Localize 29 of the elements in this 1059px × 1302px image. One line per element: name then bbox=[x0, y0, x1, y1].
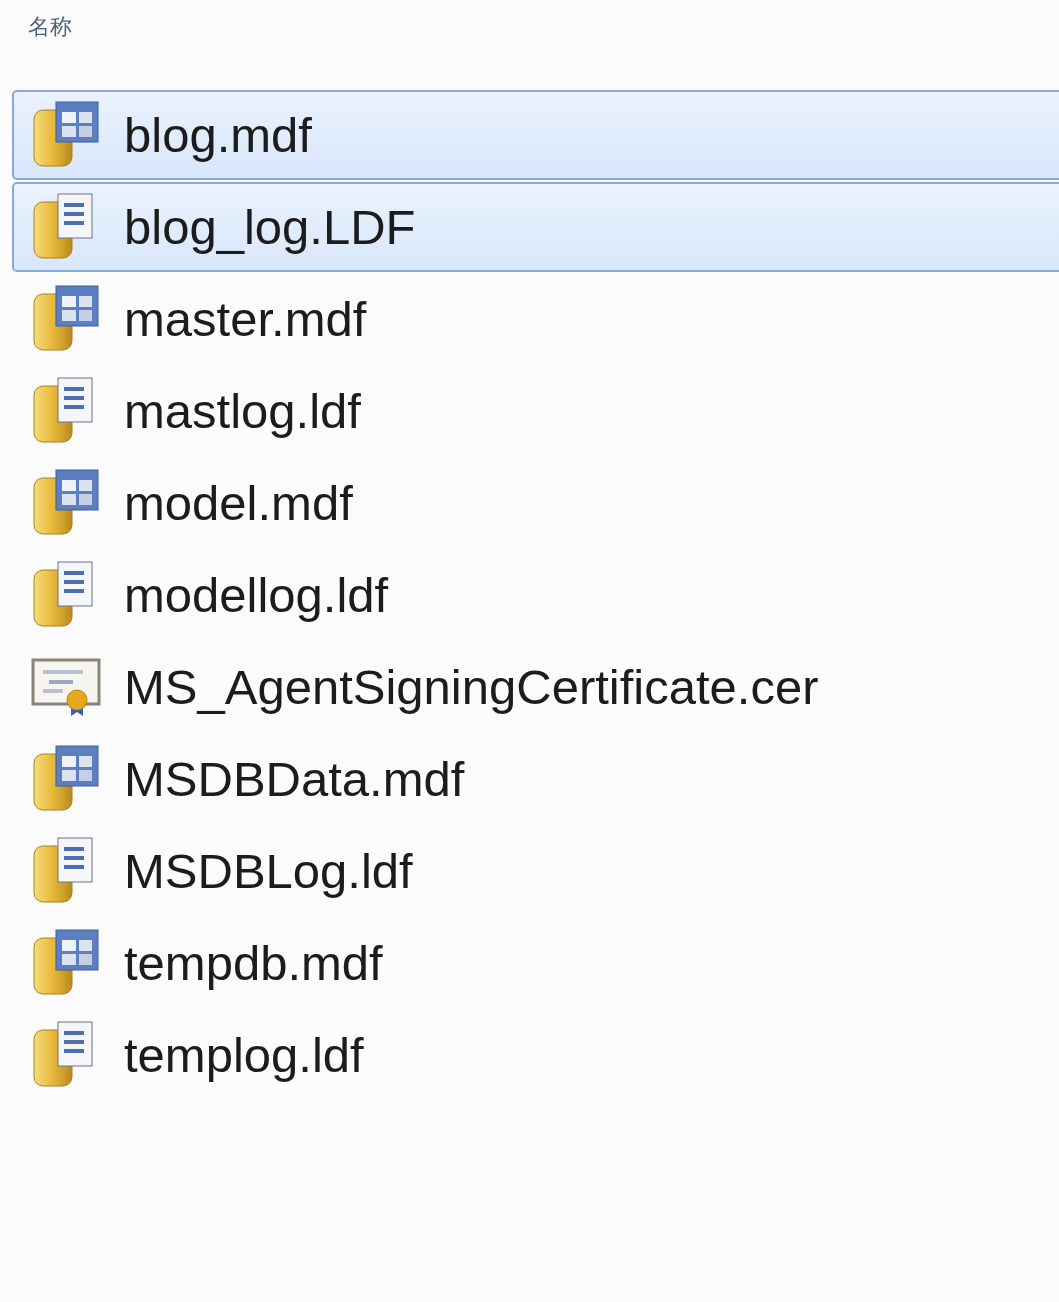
database-icon bbox=[32, 468, 102, 538]
database-icon bbox=[32, 284, 102, 354]
file-name: mastlog.ldf bbox=[124, 383, 361, 439]
file-name: MSDBLog.ldf bbox=[124, 843, 413, 899]
file-item[interactable]: MS_AgentSigningCertificate.cer bbox=[12, 642, 1059, 732]
database-icon bbox=[32, 744, 102, 814]
file-name: model.mdf bbox=[124, 475, 353, 531]
file-item[interactable]: blog.mdf bbox=[12, 90, 1059, 180]
file-item[interactable]: MSDBData.mdf bbox=[12, 734, 1059, 824]
file-item[interactable]: master.mdf bbox=[12, 274, 1059, 364]
file-name: templog.ldf bbox=[124, 1027, 364, 1083]
file-name: MSDBData.mdf bbox=[124, 751, 465, 807]
file-item[interactable]: MSDBLog.ldf bbox=[12, 826, 1059, 916]
column-header[interactable]: 名称 bbox=[28, 12, 1059, 90]
file-item[interactable]: model.mdf bbox=[12, 458, 1059, 548]
certificate-icon bbox=[31, 656, 103, 718]
file-name: tempdb.mdf bbox=[124, 935, 383, 991]
file-name: MS_AgentSigningCertificate.cer bbox=[124, 659, 819, 715]
database-icon bbox=[32, 100, 102, 170]
file-name: blog.mdf bbox=[124, 107, 312, 163]
file-item[interactable]: modellog.ldf bbox=[12, 550, 1059, 640]
file-name: modellog.ldf bbox=[124, 567, 389, 623]
file-name: blog_log.LDF bbox=[124, 199, 416, 255]
file-item[interactable]: mastlog.ldf bbox=[12, 366, 1059, 456]
file-item[interactable]: blog_log.LDF bbox=[12, 182, 1059, 272]
file-item[interactable]: tempdb.mdf bbox=[12, 918, 1059, 1008]
database-icon bbox=[32, 928, 102, 998]
file-name: master.mdf bbox=[124, 291, 367, 347]
file-item[interactable]: templog.ldf bbox=[12, 1010, 1059, 1100]
